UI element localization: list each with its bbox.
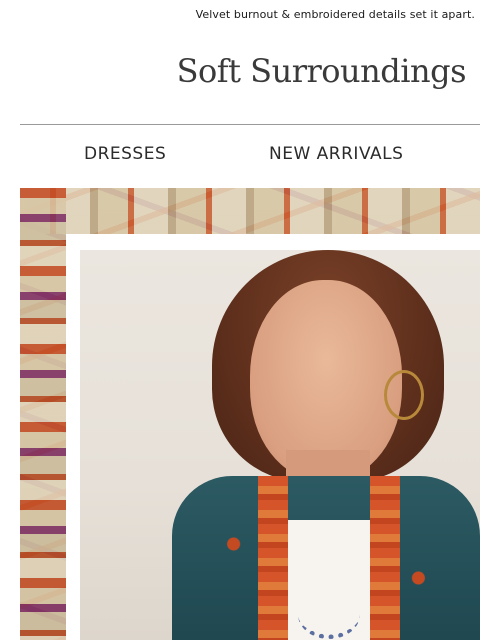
nav-link-dresses[interactable]: DRESSES bbox=[84, 144, 166, 164]
hero-banner[interactable] bbox=[20, 188, 480, 640]
hoop-earring bbox=[384, 370, 424, 420]
main-nav: DRESSES NEW ARRIVALS bbox=[0, 144, 480, 168]
jacket-trim-right bbox=[370, 476, 400, 640]
header-divider bbox=[20, 124, 480, 125]
nav-link-new-arrivals[interactable]: NEW ARRIVALS bbox=[269, 144, 403, 164]
jacket-trim-left bbox=[258, 476, 288, 640]
preheader-text: Velvet burnout & embroidered details set… bbox=[195, 8, 475, 21]
brand-logo[interactable]: Soft Surroundings bbox=[177, 52, 467, 90]
embroidered-fabric-edge bbox=[20, 188, 66, 640]
hero-model-photo[interactable] bbox=[80, 250, 480, 640]
beaded-necklace bbox=[298, 590, 360, 639]
embroidered-fabric-background bbox=[20, 188, 480, 234]
